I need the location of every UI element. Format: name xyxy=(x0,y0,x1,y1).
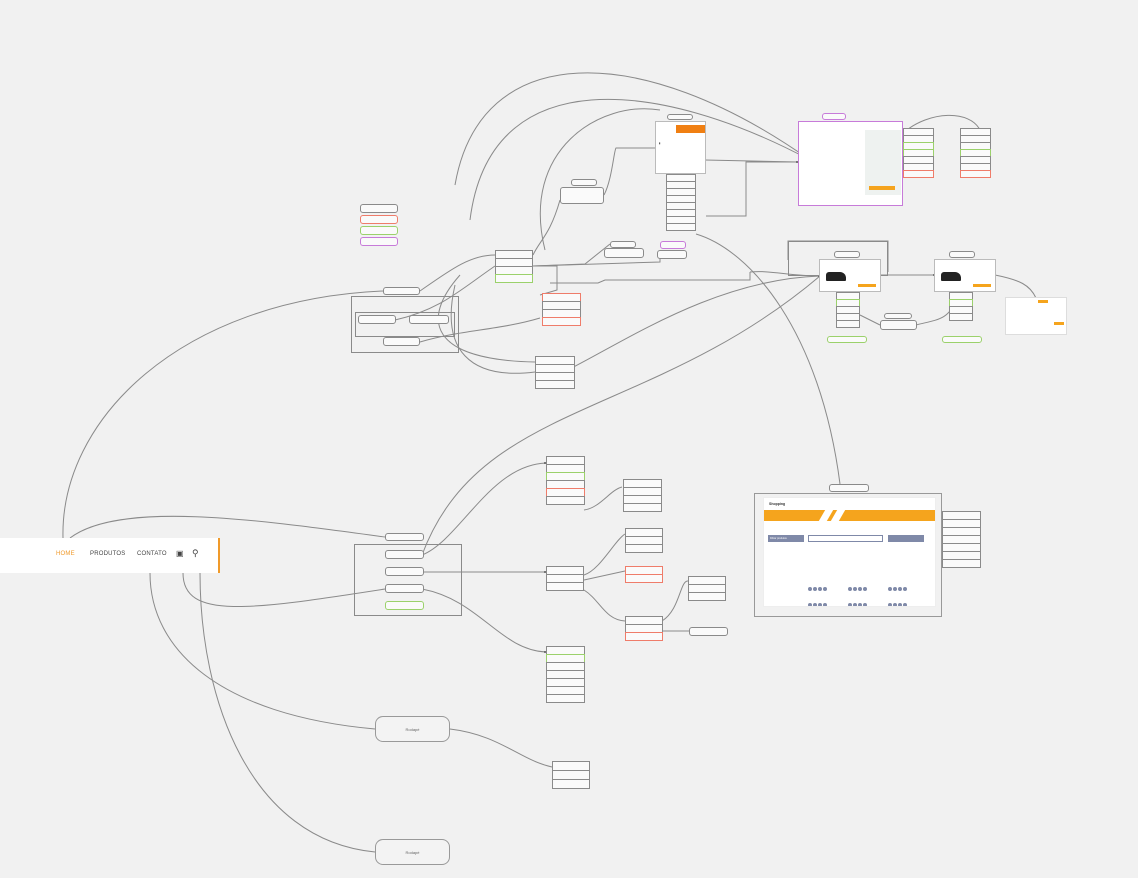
flow-node[interactable] xyxy=(657,250,687,259)
navbar-preview: HOME PRODUTOS CONTATO ▣ ⚲ xyxy=(0,538,220,573)
flow-node[interactable] xyxy=(949,251,975,258)
legend-item xyxy=(360,204,398,213)
stack-item[interactable] xyxy=(666,223,696,231)
flow-node[interactable] xyxy=(571,179,597,186)
node-stack xyxy=(625,566,663,583)
page-node-lower-1[interactable]: Rodapé xyxy=(375,716,450,742)
flow-node[interactable] xyxy=(385,550,424,559)
flow-node[interactable] xyxy=(383,337,420,346)
flow-node[interactable] xyxy=(610,241,636,248)
search-icon[interactable]: ⚲ xyxy=(192,548,199,559)
calendar-icon[interactable]: ▣ xyxy=(176,549,184,558)
flow-node[interactable] xyxy=(880,320,917,330)
legend-item xyxy=(360,215,398,224)
stack-item[interactable] xyxy=(903,170,934,178)
node-stack xyxy=(625,528,663,553)
flow-node[interactable] xyxy=(660,241,686,249)
node-stack xyxy=(552,761,590,789)
flow-node[interactable] xyxy=(822,113,846,120)
flow-node[interactable] xyxy=(385,533,424,541)
stack-item[interactable] xyxy=(546,694,585,703)
flow-node[interactable] xyxy=(884,313,912,319)
stack-item[interactable] xyxy=(552,779,590,789)
node-stack xyxy=(949,292,973,321)
stack-item[interactable] xyxy=(623,503,662,512)
screen-thumbnail-showcase[interactable]: Shopping Filtrar produtos xyxy=(763,497,936,607)
stack-item[interactable] xyxy=(949,313,973,321)
legend-item xyxy=(360,226,398,235)
flow-node[interactable] xyxy=(667,114,693,120)
nav-home-link[interactable]: HOME xyxy=(56,551,75,557)
flow-canvas[interactable]: ▮ Shopping Filtrar produtos Rodapé Rodap… xyxy=(0,0,1138,878)
stack-item[interactable] xyxy=(942,559,981,568)
flow-node[interactable] xyxy=(829,484,869,492)
page-node-lower-2[interactable]: Rodapé xyxy=(375,839,450,865)
flow-node[interactable] xyxy=(942,336,982,343)
screen-thumbnail-checkout[interactable] xyxy=(798,121,903,206)
flow-node[interactable] xyxy=(834,251,860,258)
nav-products-link[interactable]: PRODUTOS xyxy=(90,551,126,557)
node-stack xyxy=(960,128,991,178)
legend-item xyxy=(360,237,398,246)
node-stack xyxy=(546,566,584,591)
flow-node[interactable] xyxy=(827,336,867,343)
stack-item[interactable] xyxy=(625,544,663,553)
flow-node[interactable] xyxy=(385,584,424,593)
node-stack xyxy=(495,250,533,283)
stack-item[interactable] xyxy=(535,380,575,389)
node-stack xyxy=(625,616,663,641)
screen-thumbnail-product[interactable] xyxy=(819,259,881,292)
stack-item[interactable] xyxy=(688,592,726,601)
stack-item[interactable] xyxy=(546,496,585,505)
flow-node[interactable] xyxy=(385,601,424,610)
screen-thumbnail-reviews[interactable] xyxy=(1005,297,1067,335)
flow-node[interactable] xyxy=(383,287,420,295)
stack-item[interactable] xyxy=(960,170,991,178)
stack-item[interactable] xyxy=(625,574,663,583)
screen-thumbnail-cart[interactable]: ▮ xyxy=(655,121,706,174)
screen-thumbnail-product[interactable] xyxy=(934,259,996,292)
flow-node[interactable] xyxy=(409,315,449,324)
node-stack xyxy=(535,356,575,389)
showcase-logo: Shopping xyxy=(769,502,786,506)
node-stack xyxy=(542,293,581,326)
showcase-filter-title: Filtrar produtos xyxy=(770,537,787,540)
stack-item[interactable] xyxy=(495,274,533,283)
node-stack xyxy=(836,292,860,328)
node-stack xyxy=(666,174,696,231)
node-stack xyxy=(903,128,934,178)
stack-item[interactable] xyxy=(542,317,581,326)
stack-item[interactable] xyxy=(625,632,663,641)
legend xyxy=(360,204,398,248)
stack-item[interactable] xyxy=(836,320,860,328)
node-stack xyxy=(623,479,662,512)
flow-node[interactable] xyxy=(560,187,604,204)
node-stack xyxy=(546,456,585,505)
node-stack xyxy=(546,646,585,703)
node-stack xyxy=(942,511,981,568)
flow-node[interactable] xyxy=(358,315,396,324)
flow-node[interactable] xyxy=(385,567,424,576)
flow-node[interactable] xyxy=(604,248,644,258)
stack-item[interactable] xyxy=(546,582,584,591)
node-stack xyxy=(688,576,726,601)
nav-contact-link[interactable]: CONTATO xyxy=(137,551,167,557)
flow-node[interactable] xyxy=(689,627,728,636)
